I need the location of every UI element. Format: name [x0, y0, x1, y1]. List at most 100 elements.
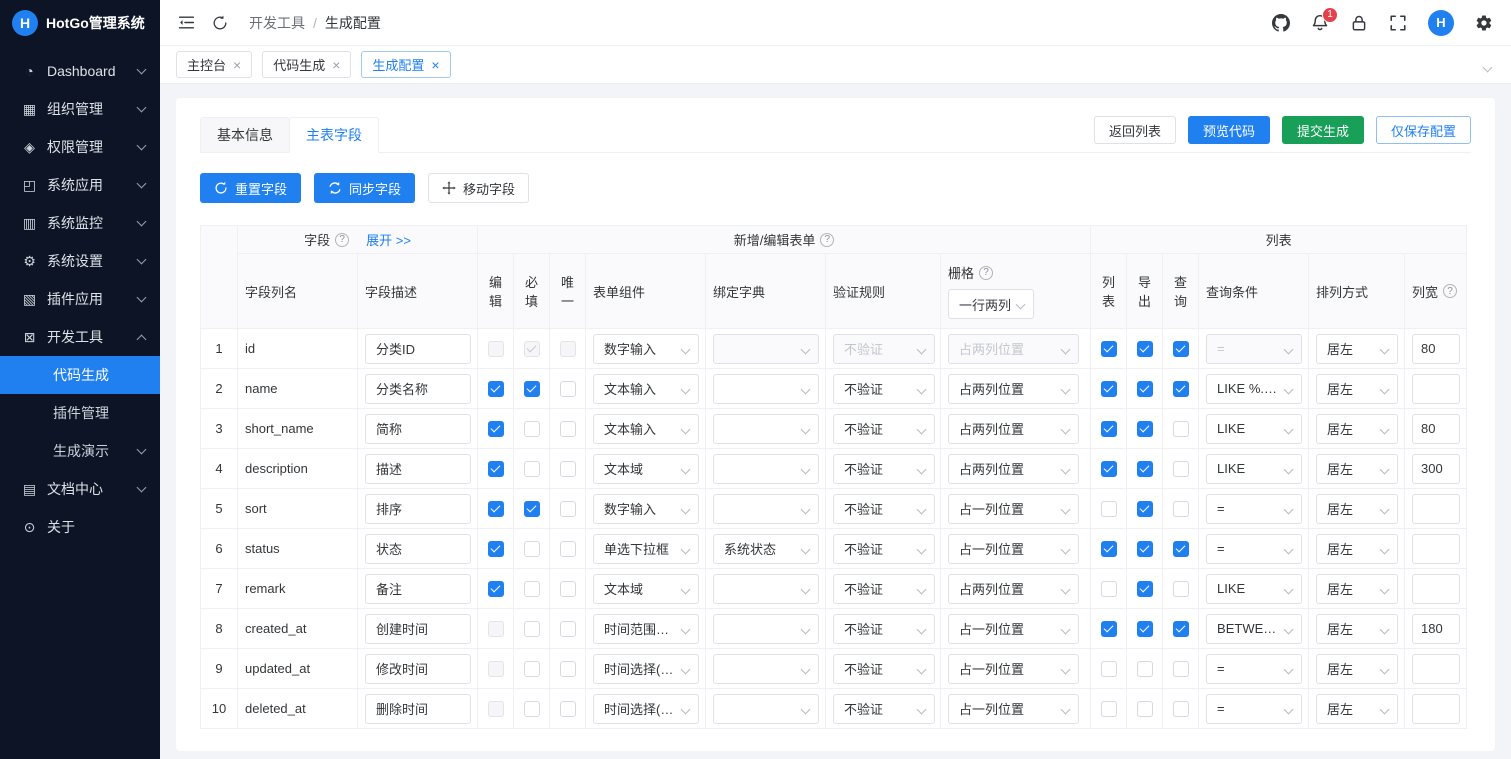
rule-select[interactable]: 不验证	[833, 653, 935, 684]
grid-select[interactable]: 占两列位置	[948, 373, 1079, 404]
close-icon[interactable]: ×	[233, 58, 241, 72]
sidebar-item-docs[interactable]: ▤ 文档中心	[0, 470, 160, 508]
unique-checkbox[interactable]	[559, 620, 576, 637]
width-input[interactable]	[1412, 333, 1461, 364]
tab-basic-info[interactable]: 基本信息	[200, 117, 290, 153]
close-icon[interactable]: ×	[332, 58, 340, 72]
component-select[interactable]: 单选下拉框	[593, 533, 699, 564]
tabs-dropdown-icon[interactable]	[1480, 53, 1495, 76]
export-checkbox[interactable]	[1136, 500, 1153, 517]
align-select[interactable]: 居左	[1316, 653, 1399, 684]
required-checkbox[interactable]	[523, 580, 540, 597]
dict-select[interactable]	[713, 493, 819, 524]
notification-bell-icon[interactable]: 1	[1311, 6, 1338, 32]
unique-checkbox[interactable]	[559, 460, 576, 477]
sidebar-item-org[interactable]: ▦ 组织管理	[0, 90, 160, 128]
required-checkbox[interactable]	[523, 420, 540, 437]
sidebar-item-monitor[interactable]: ▥ 系统监控	[0, 204, 160, 242]
sidebar-item-gen-demo[interactable]: 生成演示	[0, 432, 160, 470]
width-input[interactable]	[1412, 573, 1461, 604]
rule-select[interactable]: 不验证	[833, 573, 935, 604]
unique-checkbox[interactable]	[559, 420, 576, 437]
component-select[interactable]: 时间范围选择	[593, 613, 699, 644]
edit-checkbox[interactable]	[487, 660, 504, 677]
sidebar-item-system-app[interactable]: ◰ 系统应用	[0, 166, 160, 204]
query-checkbox[interactable]	[1172, 540, 1189, 557]
field-desc-input[interactable]	[365, 533, 471, 564]
grid-select[interactable]: 占一列位置	[948, 653, 1079, 684]
query-cond-select[interactable]: =	[1206, 493, 1303, 524]
width-input[interactable]	[1412, 493, 1461, 524]
component-select[interactable]: 文本输入	[593, 413, 699, 444]
list-checkbox[interactable]	[1100, 580, 1117, 597]
component-select[interactable]: 文本域	[593, 573, 699, 604]
field-desc-input[interactable]	[365, 573, 471, 604]
list-checkbox[interactable]	[1100, 700, 1117, 717]
query-cond-select[interactable]: BETWEEN	[1206, 613, 1303, 644]
dict-select[interactable]	[713, 373, 819, 404]
required-checkbox[interactable]	[523, 460, 540, 477]
list-checkbox[interactable]	[1100, 540, 1117, 557]
query-checkbox[interactable]	[1172, 660, 1189, 677]
component-select[interactable]: 文本输入	[593, 373, 699, 404]
sidebar-item-codegen[interactable]: 代码生成	[0, 356, 160, 394]
page-tab-console[interactable]: 主控台 ×	[176, 51, 253, 78]
tab-main-fields[interactable]: 主表字段	[289, 117, 379, 153]
align-select[interactable]: 居左	[1316, 693, 1399, 724]
query-cond-select[interactable]: =	[1206, 653, 1303, 684]
field-desc-input[interactable]	[365, 493, 471, 524]
align-select[interactable]: 居左	[1316, 333, 1399, 364]
rule-select[interactable]: 不验证	[833, 413, 935, 444]
dict-select[interactable]	[713, 333, 819, 364]
width-input[interactable]	[1412, 413, 1461, 444]
rule-select[interactable]: 不验证	[833, 453, 935, 484]
edit-checkbox[interactable]	[487, 500, 504, 517]
field-desc-input[interactable]	[365, 453, 471, 484]
grid-select[interactable]: 占两列位置	[948, 453, 1079, 484]
component-select[interactable]: 文本域	[593, 453, 699, 484]
edit-checkbox[interactable]	[487, 420, 504, 437]
user-avatar[interactable]: H	[1428, 9, 1454, 36]
width-input[interactable]	[1412, 533, 1461, 564]
export-checkbox[interactable]	[1136, 660, 1153, 677]
sidebar-item-dashboard[interactable]: ◔ Dashboard	[0, 52, 160, 90]
unique-checkbox[interactable]	[559, 660, 576, 677]
list-checkbox[interactable]	[1100, 380, 1117, 397]
back-list-button[interactable]: 返回列表	[1093, 116, 1176, 144]
rule-select[interactable]: 不验证	[833, 493, 935, 524]
settings-gear-icon[interactable]	[1475, 14, 1493, 32]
rule-select[interactable]: 不验证	[833, 693, 935, 724]
component-select[interactable]: 时间选择(Y-...	[593, 693, 699, 724]
required-checkbox[interactable]	[523, 340, 540, 357]
export-checkbox[interactable]	[1136, 620, 1153, 637]
grid-select[interactable]: 占两列位置	[948, 413, 1079, 444]
sidebar-item-devtools[interactable]: ⊠ 开发工具	[0, 318, 160, 356]
dict-select[interactable]	[713, 453, 819, 484]
align-select[interactable]: 居左	[1316, 453, 1399, 484]
unique-checkbox[interactable]	[559, 340, 576, 357]
export-checkbox[interactable]	[1136, 420, 1153, 437]
query-checkbox[interactable]	[1172, 700, 1189, 717]
width-input[interactable]	[1412, 453, 1461, 484]
field-desc-input[interactable]	[365, 613, 471, 644]
sidebar-item-about[interactable]: ⊙ 关于	[0, 508, 160, 546]
query-checkbox[interactable]	[1172, 460, 1189, 477]
query-cond-select[interactable]: LIKE	[1206, 453, 1303, 484]
component-select[interactable]: 时间选择(Y-...	[593, 653, 699, 684]
width-input[interactable]	[1412, 613, 1461, 644]
export-checkbox[interactable]	[1136, 460, 1153, 477]
grid-select[interactable]: 占一列位置	[948, 613, 1079, 644]
query-cond-select[interactable]: LIKE	[1206, 413, 1303, 444]
collapse-sidebar-icon[interactable]	[178, 14, 195, 31]
export-checkbox[interactable]	[1136, 340, 1153, 357]
expand-link[interactable]: 展开 >>	[366, 230, 411, 249]
field-desc-input[interactable]	[365, 413, 471, 444]
sidebar-item-plugin-manage[interactable]: 插件管理	[0, 394, 160, 432]
submit-generate-button[interactable]: 提交生成	[1281, 116, 1364, 144]
required-checkbox[interactable]	[523, 540, 540, 557]
query-cond-select[interactable]: =	[1206, 693, 1303, 724]
refresh-icon[interactable]	[212, 15, 228, 31]
rule-select[interactable]: 不验证	[833, 373, 935, 404]
align-select[interactable]: 居左	[1316, 573, 1399, 604]
query-checkbox[interactable]	[1172, 500, 1189, 517]
